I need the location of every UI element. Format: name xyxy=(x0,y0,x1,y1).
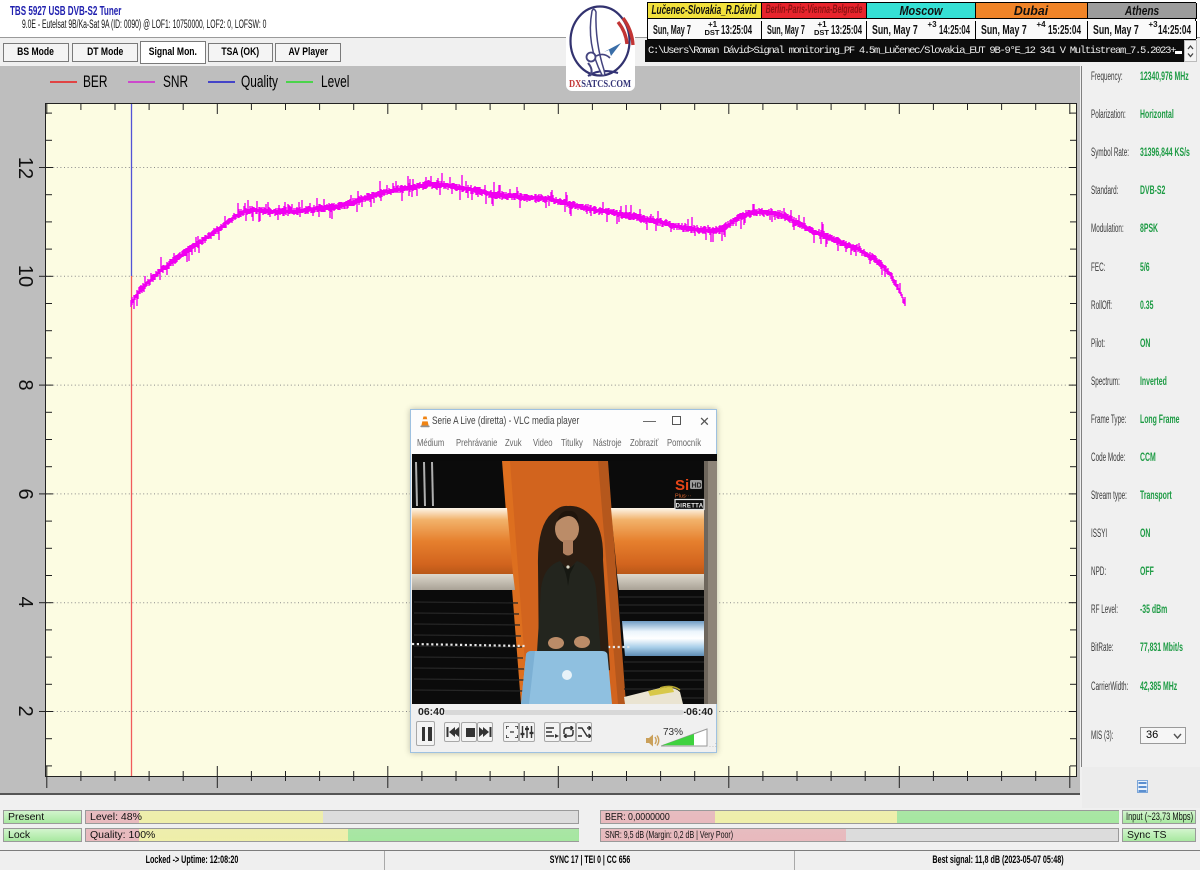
svg-text:DXSATCS.COM: DXSATCS.COM xyxy=(569,78,631,90)
svg-text:Plus···: Plus··· xyxy=(675,494,691,500)
svg-text:HD: HD xyxy=(692,483,702,490)
svg-text:Si: Si xyxy=(675,477,689,494)
svg-text:DIRETTA: DIRETTA xyxy=(676,504,704,510)
